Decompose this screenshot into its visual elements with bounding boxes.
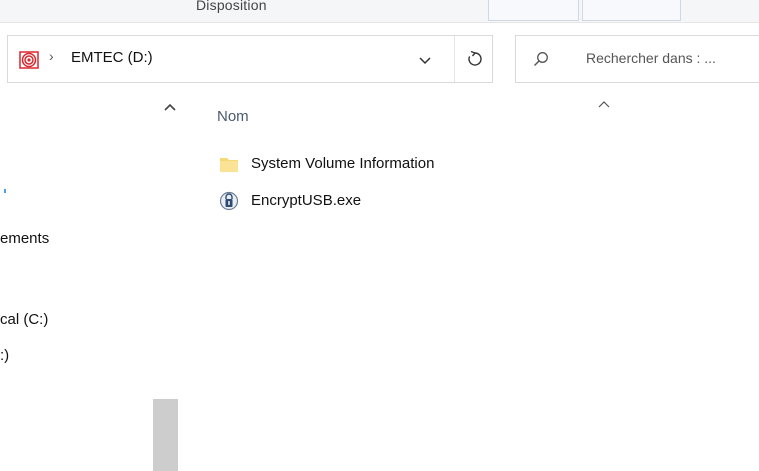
- search-icon: [533, 51, 549, 72]
- file-name[interactable]: EncryptUSB.exe: [251, 192, 361, 209]
- nav-item-local-disk[interactable]: cal (C:): [0, 311, 48, 328]
- usb-drive-icon: [19, 50, 39, 70]
- column-header-name[interactable]: Nom: [217, 108, 249, 125]
- nav-item-drive[interactable]: :): [0, 347, 9, 364]
- folder-icon: [219, 154, 239, 174]
- refresh-button[interactable]: [456, 36, 493, 82]
- ribbon-button[interactable]: [488, 0, 579, 21]
- refresh-icon: [468, 50, 482, 66]
- ribbon: Disposition: [0, 0, 759, 23]
- ribbon-button[interactable]: [582, 0, 681, 21]
- scrollbar-thumb[interactable]: [153, 399, 178, 471]
- encrypt-lock-icon: [219, 191, 239, 211]
- nav-marker: [4, 189, 6, 193]
- scroll-up-arrow-icon[interactable]: [162, 100, 178, 116]
- sort-ascending-icon[interactable]: [597, 96, 611, 108]
- file-name[interactable]: System Volume Information: [251, 155, 434, 172]
- chevron-down-icon[interactable]: [415, 50, 435, 70]
- search-input[interactable]: Rechercher dans : ...: [586, 50, 716, 66]
- nav-item-documents[interactable]: ements: [0, 230, 49, 247]
- address-bar[interactable]: › EMTEC (D:): [7, 35, 493, 83]
- ribbon-group-label: Disposition: [196, 0, 267, 13]
- search-box[interactable]: Rechercher dans : ...: [515, 35, 759, 83]
- breadcrumb-current[interactable]: EMTEC (D:): [71, 49, 153, 66]
- breadcrumb-chevron-icon[interactable]: ›: [49, 48, 54, 64]
- divider: [454, 36, 455, 82]
